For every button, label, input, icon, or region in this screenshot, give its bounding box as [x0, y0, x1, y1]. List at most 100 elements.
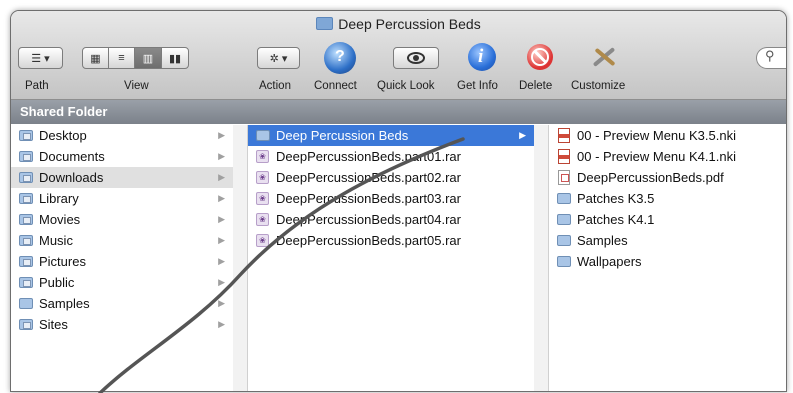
disclosure-arrow-icon: ▶ [218, 151, 225, 161]
list-item[interactable]: Wallpapers [549, 251, 786, 272]
connect-button[interactable]: ? [324, 42, 356, 74]
nki-file-icon [558, 149, 570, 164]
column-divider[interactable] [534, 125, 549, 391]
rar-archive-icon: ❀ [256, 171, 269, 184]
action-label: Action [259, 80, 291, 92]
rar-archive-icon: ❀ [256, 213, 269, 226]
icon-view-button[interactable]: ▦ [82, 47, 109, 69]
list-item[interactable]: Movies ▶ [11, 209, 233, 230]
folder-icon [557, 214, 571, 225]
folder-icon [316, 17, 334, 30]
customize-button[interactable] [589, 43, 619, 71]
list-item-label: Documents [39, 149, 105, 164]
folder-sites-icon [19, 319, 33, 330]
list-item[interactable]: ❀ DeepPercussionBeds.part03.rar [248, 188, 534, 209]
view-label: View [124, 80, 149, 92]
search-field[interactable]: ⚲ [756, 47, 786, 69]
path-button[interactable]: ☰ ▾ [18, 47, 63, 69]
nki-file-icon [558, 128, 570, 143]
disclosure-arrow-icon: ▶ [218, 214, 225, 224]
list-item-label: Downloads [39, 170, 104, 185]
folder-documents-icon [19, 151, 33, 162]
search-icon: ⚲ [765, 48, 775, 63]
delete-button[interactable] [527, 44, 553, 70]
get-info-label: Get Info [457, 80, 498, 92]
list-item[interactable]: Patches K3.5 [549, 188, 786, 209]
list-item[interactable]: Samples ▶ [11, 293, 233, 314]
info-icon: i [478, 46, 484, 67]
disclosure-arrow-icon: ▶ [519, 130, 526, 140]
connect-label: Connect [314, 80, 357, 92]
folder-icon [557, 235, 571, 246]
list-item[interactable]: Library ▶ [11, 188, 233, 209]
list-item-label: Samples [577, 233, 628, 248]
list-item[interactable]: Desktop ▶ [11, 125, 233, 146]
list-item[interactable]: DeepPercussionBeds.pdf [549, 167, 786, 188]
list-item-label: 00 - Preview Menu K3.5.nki [577, 128, 736, 143]
action-button[interactable]: ✲ ▾ [257, 47, 300, 69]
folder-downloads-icon [19, 172, 33, 183]
list-item[interactable]: Public ▶ [11, 272, 233, 293]
list-item-label: DeepPercussionBeds.part03.rar [276, 191, 461, 206]
disclosure-arrow-icon: ▶ [218, 193, 225, 203]
folder-icon [256, 130, 270, 141]
list-item[interactable]: ❀ DeepPercussionBeds.part05.rar [248, 230, 534, 251]
column-divider[interactable] [233, 125, 248, 391]
folder-music-icon [19, 235, 33, 246]
rar-archive-icon: ❀ [256, 234, 269, 247]
list-item[interactable]: Deep Percussion Beds ▶ [248, 125, 534, 146]
list-item[interactable]: Sites ▶ [11, 314, 233, 335]
list-item[interactable]: Music ▶ [11, 230, 233, 251]
disclosure-arrow-icon: ▶ [218, 277, 225, 287]
finder-window: Deep Percussion Beds ☰ ▾ Path ▦ ≡ ▥ ▮▮ V… [10, 10, 787, 392]
folder-library-icon [19, 193, 33, 204]
folder-icon [557, 256, 571, 267]
folder-desktop-icon [19, 130, 33, 141]
folder-icon [19, 298, 33, 309]
globe-question-icon: ? [335, 48, 345, 65]
folder-contents-column: 00 - Preview Menu K3.5.nki 00 - Preview M… [549, 125, 786, 391]
list-item[interactable]: Documents ▶ [11, 146, 233, 167]
folder-pictures-icon [19, 256, 33, 267]
list-view-icon: ≡ [118, 52, 125, 64]
list-item[interactable]: Patches K4.1 [549, 209, 786, 230]
list-item-label: Desktop [39, 128, 87, 143]
downloads-column: Deep Percussion Beds ▶ ❀ DeepPercussionBeds… [248, 125, 535, 391]
quick-look-button[interactable] [393, 47, 439, 69]
list-item-label: Movies [39, 212, 81, 227]
list-item[interactable]: Downloads ▶ [11, 167, 233, 188]
disclosure-arrow-icon: ▶ [218, 172, 225, 182]
customize-label: Customize [571, 80, 626, 92]
list-item[interactable]: ❀ DeepPercussionBeds.part02.rar [248, 167, 534, 188]
eye-icon [407, 52, 425, 64]
delete-label: Delete [519, 80, 553, 92]
list-item-label: DeepPercussionBeds.part04.rar [276, 212, 461, 227]
list-view-button[interactable]: ≡ [108, 47, 135, 69]
quick-look-label: Quick Look [377, 80, 435, 92]
disclosure-arrow-icon: ▶ [218, 319, 225, 329]
rar-archive-icon: ❀ [256, 150, 269, 163]
list-item[interactable]: ❀ DeepPercussionBeds.part04.rar [248, 209, 534, 230]
cover-flow-button[interactable]: ▮▮ [161, 47, 189, 69]
list-item-label: Wallpapers [577, 254, 642, 269]
list-item[interactable]: Samples [549, 230, 786, 251]
list-item[interactable]: ❀ DeepPercussionBeds.part01.rar [248, 146, 534, 167]
rar-archive-icon: ❀ [256, 192, 269, 205]
list-item-label: DeepPercussionBeds.part05.rar [276, 233, 461, 248]
toolbar: Deep Percussion Beds ☰ ▾ Path ▦ ≡ ▥ ▮▮ V… [11, 11, 786, 100]
column-view-button[interactable]: ▥ [134, 47, 162, 69]
list-item[interactable]: 00 - Preview Menu K3.5.nki [549, 125, 786, 146]
folder-icon [557, 193, 571, 204]
window-title: Deep Percussion Beds [11, 16, 786, 32]
list-item-label: 00 - Preview Menu K4.1.nki [577, 149, 736, 164]
list-item-label: Library [39, 191, 79, 206]
list-item-label: Pictures [39, 254, 86, 269]
disclosure-arrow-icon: ▶ [218, 130, 225, 140]
list-item[interactable]: 00 - Preview Menu K4.1.nki [549, 146, 786, 167]
shared-folder-header: Shared Folder [11, 100, 786, 124]
pdf-file-icon [558, 170, 570, 185]
list-item-label: Public [39, 275, 75, 290]
list-item[interactable]: Pictures ▶ [11, 251, 233, 272]
cover-flow-icon: ▮▮ [168, 52, 182, 65]
get-info-button[interactable]: i [468, 43, 496, 71]
